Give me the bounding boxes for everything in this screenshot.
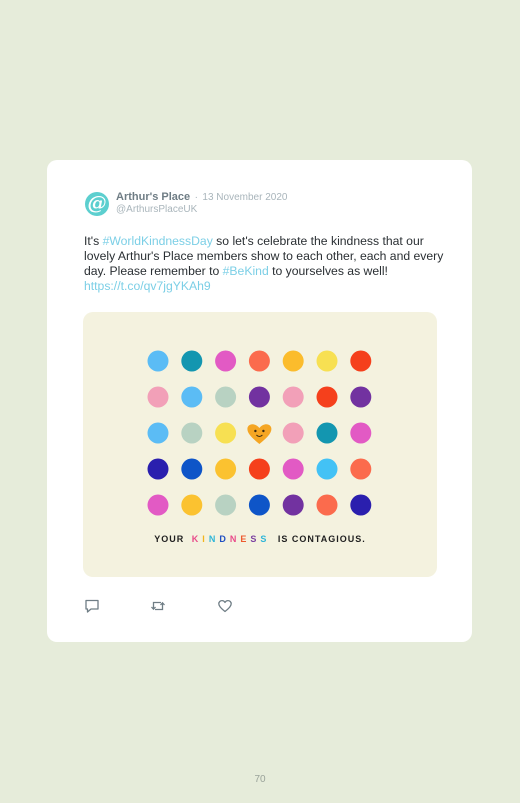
tweet-image[interactable]: YOUR KINDNESS IS CONTAGIOUS.: [83, 312, 437, 577]
color-dot: [181, 494, 203, 516]
color-dot: [248, 350, 270, 372]
url-link[interactable]: https://t.co/qv7jgYKAh9: [84, 279, 211, 293]
color-dot: [316, 350, 338, 372]
color-dot: [181, 422, 203, 444]
color-dot: [147, 422, 169, 444]
author-handle[interactable]: @ArthursPlaceUK: [116, 204, 287, 216]
tweet-text: It's #WorldKindnessDay so let's celebrat…: [84, 234, 446, 294]
tagline-letter: D: [219, 534, 227, 544]
smiling-heart-icon: [247, 424, 272, 444]
color-dot: [215, 422, 237, 444]
color-dot: [248, 494, 270, 516]
tweet-date[interactable]: 13 November 2020: [202, 192, 287, 203]
tagline-letter: K: [191, 534, 200, 544]
color-dot: [181, 458, 203, 480]
separator: ·: [194, 192, 198, 203]
retweet-icon[interactable]: [150, 598, 166, 614]
hashtag-link[interactable]: #BeKind: [223, 264, 269, 278]
text-part: to yourselves as well!: [268, 264, 388, 278]
color-dot: [181, 386, 203, 408]
color-dot: [316, 458, 338, 480]
color-dot: [282, 386, 304, 408]
page-number: 70: [254, 774, 266, 785]
tagline-after: IS CONTAGIOUS.: [277, 534, 366, 544]
color-dot: [350, 458, 372, 480]
color-dot: [316, 386, 338, 408]
color-dot: [350, 494, 372, 516]
tagline-letter: I: [202, 534, 206, 544]
color-dot: [282, 458, 304, 480]
color-dot: [147, 458, 169, 480]
color-dot: [147, 350, 169, 372]
tagline-letter: S: [260, 534, 268, 544]
color-dot: [248, 458, 270, 480]
tagline: YOUR KINDNESS IS CONTAGIOUS.: [83, 534, 437, 544]
color-dot: [215, 386, 237, 408]
avatar[interactable]: @: [85, 192, 109, 216]
color-dot: [282, 494, 304, 516]
color-dot: [282, 350, 304, 372]
tweet-header: Arthur's Place · 13 November 2020 @Arthu…: [116, 190, 287, 216]
color-dot: [316, 422, 338, 444]
author-name[interactable]: Arthur's Place: [116, 191, 190, 203]
tagline-letter: N: [229, 534, 238, 544]
color-dot: [215, 350, 237, 372]
like-icon[interactable]: [217, 598, 233, 614]
tagline-letter: S: [250, 534, 258, 544]
color-dot: [350, 386, 372, 408]
color-dot: [350, 422, 372, 444]
tagline-before: YOUR: [154, 534, 185, 544]
color-dot: [147, 386, 169, 408]
color-dot: [147, 494, 169, 516]
color-dot: [282, 422, 304, 444]
color-dot: [248, 386, 270, 408]
color-dot: [181, 350, 203, 372]
tagline-letter: N: [208, 534, 217, 544]
tagline-kindness: KINDNESS: [192, 534, 271, 544]
reply-icon[interactable]: [84, 598, 100, 614]
tagline-letter: E: [240, 534, 248, 544]
color-dot: [215, 458, 237, 480]
color-dot: [350, 350, 372, 372]
hashtag-link[interactable]: #WorldKindnessDay: [103, 234, 213, 248]
color-dot: [215, 494, 237, 516]
tweet-card: @ Arthur's Place · 13 November 2020 @Art…: [47, 160, 472, 642]
text-part: It's: [84, 234, 103, 248]
color-dot: [316, 494, 338, 516]
